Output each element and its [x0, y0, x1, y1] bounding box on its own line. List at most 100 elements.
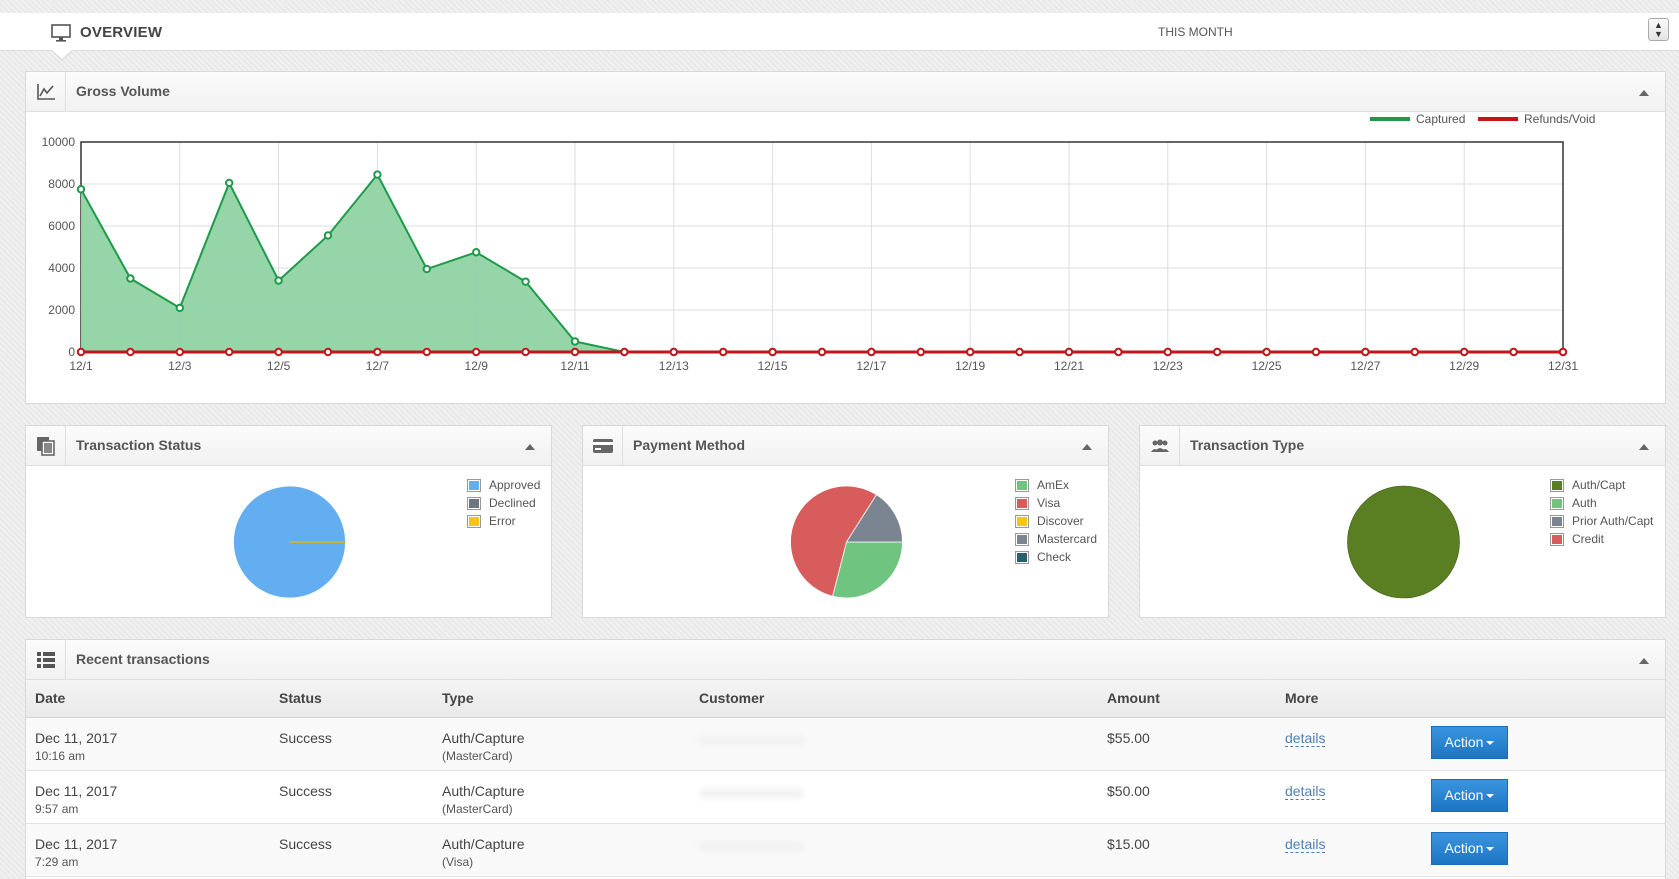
legend-item: Discover	[1015, 512, 1097, 530]
row-amount: $15.00	[1107, 835, 1150, 852]
legend-swatch	[1550, 478, 1564, 492]
data-point[interactable]	[76, 347, 86, 357]
period-select-button[interactable]: ▲ ▼	[1648, 18, 1669, 41]
legend-label: Auth	[1572, 496, 1597, 510]
action-button-label: Action	[1444, 786, 1484, 803]
legend-label: Mastercard	[1037, 532, 1098, 546]
data-point[interactable]	[76, 185, 86, 194]
data-point[interactable]	[323, 347, 333, 357]
details-link[interactable]: details	[1285, 729, 1326, 747]
data-point[interactable]	[1064, 347, 1074, 357]
transaction-type-legend: Auth/Capt Auth Prior Auth/Capt Credit	[1550, 476, 1653, 548]
legend-swatch	[1015, 532, 1029, 546]
data-point[interactable]	[669, 347, 678, 357]
column-header-amount[interactable]: Amount	[1098, 680, 1276, 718]
column-header-customer[interactable]: Customer	[690, 680, 1098, 718]
legend-label: Approved	[489, 478, 541, 492]
y-tick-label: 2000	[48, 303, 75, 317]
details-link[interactable]: details	[1285, 782, 1326, 800]
data-point[interactable]	[225, 178, 234, 188]
collapse-toggle-icon[interactable]	[1639, 658, 1649, 664]
collapse-toggle-icon[interactable]	[1639, 90, 1649, 96]
column-header-status[interactable]: Status	[270, 680, 433, 718]
row-amount: $50.00	[1107, 782, 1150, 799]
row-date: Dec 11, 2017	[35, 835, 118, 852]
data-point[interactable]	[1361, 347, 1370, 357]
legend-label: Refunds/Void	[1524, 112, 1595, 126]
column-header-type[interactable]: Type	[433, 680, 690, 718]
legend-swatch	[467, 514, 481, 528]
legend-label: Check	[1037, 550, 1072, 564]
payment-method-title: Payment Method	[633, 437, 746, 453]
collapse-toggle-icon[interactable]	[525, 444, 535, 450]
data-point[interactable]	[373, 170, 382, 179]
column-header-date[interactable]: Date	[26, 680, 270, 718]
legend-swatch	[1015, 514, 1029, 528]
legend-item: Mastercard	[1015, 530, 1097, 548]
data-point[interactable]	[274, 276, 283, 285]
data-point[interactable]	[175, 303, 185, 313]
data-point[interactable]	[1262, 347, 1271, 357]
transaction-status-title: Transaction Status	[76, 437, 202, 453]
data-point[interactable]	[126, 347, 135, 357]
legend-swatch	[1015, 550, 1029, 564]
data-point[interactable]	[274, 347, 283, 357]
legend-item: Error	[467, 512, 540, 530]
data-point[interactable]	[1460, 347, 1469, 357]
data-point[interactable]	[521, 347, 530, 357]
x-tick-label: 12/5	[267, 359, 291, 373]
legend-label: Error	[489, 514, 516, 528]
legend-label: AmEx	[1037, 478, 1070, 492]
data-point[interactable]	[472, 347, 481, 357]
data-point[interactable]	[620, 347, 629, 357]
data-point[interactable]	[570, 337, 580, 346]
data-point[interactable]	[1410, 347, 1420, 357]
column-header-more: More	[1276, 680, 1422, 718]
data-point[interactable]	[768, 347, 777, 357]
legend-swatch	[1550, 532, 1564, 546]
legend-item: Auth/Capt	[1550, 476, 1653, 494]
documents-icon	[26, 426, 66, 465]
data-point[interactable]	[323, 231, 333, 240]
row-time: 9:57 am	[35, 801, 79, 816]
row-card: (MasterCard)	[442, 748, 513, 763]
data-point[interactable]	[1558, 347, 1568, 357]
collapse-toggle-icon[interactable]	[1639, 444, 1649, 450]
row-date: Dec 11, 2017	[35, 782, 118, 799]
legend-label: Visa	[1037, 496, 1061, 510]
data-point[interactable]	[570, 347, 580, 357]
data-point[interactable]	[817, 347, 827, 357]
gross-volume-panel: Gross Volume 0 2000 4000 6000 8000 10000 12/1 1…	[25, 71, 1666, 404]
data-point[interactable]	[1163, 347, 1173, 357]
period-select-value[interactable]: THIS MONTH	[1158, 25, 1233, 39]
data-point[interactable]	[521, 277, 530, 286]
data-point[interactable]	[422, 347, 431, 357]
action-button[interactable]: Action	[1431, 778, 1508, 812]
data-point[interactable]	[966, 347, 975, 357]
data-point[interactable]	[472, 248, 481, 257]
x-tick-label: 12/15	[758, 359, 788, 373]
details-link[interactable]: details	[1285, 835, 1326, 853]
data-point[interactable]	[1114, 347, 1123, 357]
list-icon	[26, 640, 66, 679]
data-point[interactable]	[126, 274, 135, 283]
data-point[interactable]	[1509, 347, 1518, 357]
row-date: Dec 11, 2017	[35, 729, 118, 746]
pie-slice[interactable]	[1347, 485, 1460, 599]
data-point[interactable]	[916, 347, 925, 357]
row-type: Auth/Capture	[442, 782, 525, 799]
data-point[interactable]	[225, 347, 234, 357]
x-tick-label: 12/3	[168, 359, 192, 373]
action-button[interactable]: Action	[1431, 831, 1508, 865]
data-point[interactable]	[867, 347, 876, 357]
data-point[interactable]	[175, 347, 185, 357]
data-point[interactable]	[719, 347, 728, 357]
data-point[interactable]	[422, 264, 431, 274]
collapse-toggle-icon[interactable]	[1082, 444, 1092, 450]
data-point[interactable]	[1015, 347, 1024, 357]
action-button[interactable]: Action	[1431, 725, 1508, 759]
data-point[interactable]	[1311, 347, 1321, 357]
caret-down-icon	[1486, 740, 1495, 745]
data-point[interactable]	[373, 347, 382, 357]
data-point[interactable]	[1213, 347, 1222, 357]
